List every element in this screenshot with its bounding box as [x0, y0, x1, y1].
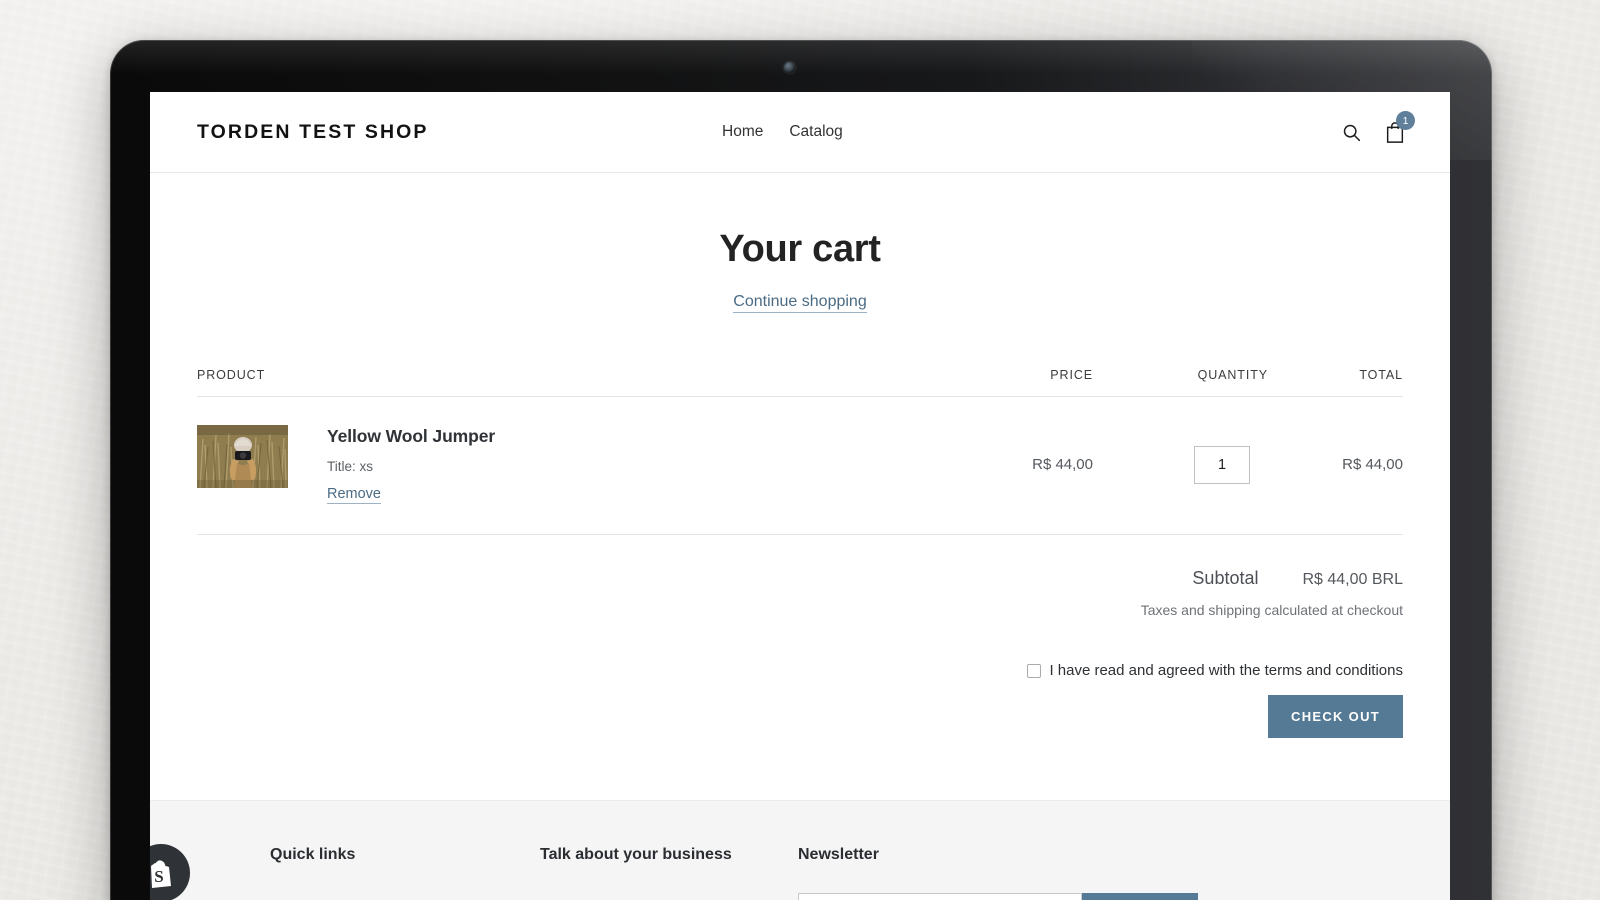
checkout-row: CHECK OUT — [197, 695, 1403, 738]
column-header-quantity: QUANTITY — [1197, 368, 1268, 382]
search-button[interactable] — [1341, 122, 1362, 143]
shopify-bag-icon: S — [150, 844, 190, 900]
laptop-device-frame: TORDEN TEST SHOP Home Catalog 1 Your car… — [110, 40, 1492, 900]
column-header-product: PRODUCT — [197, 368, 266, 382]
site-header: TORDEN TEST SHOP Home Catalog 1 — [150, 92, 1450, 173]
page-title: Your cart — [719, 228, 881, 270]
subtotal-row: Subtotal R$ 44,00 BRL — [197, 568, 1403, 589]
newsletter-form — [798, 893, 1198, 900]
subtotal-label: Subtotal — [1192, 568, 1259, 588]
newsletter-email-input[interactable] — [798, 893, 1082, 900]
continue-shopping-link[interactable]: Continue shopping — [733, 293, 867, 313]
terms-label: I have read and agreed with the terms an… — [1049, 662, 1403, 679]
product-thumbnail[interactable] — [197, 425, 288, 488]
product-line-total: R$ 44,00 — [1342, 456, 1403, 473]
browser-viewport: TORDEN TEST SHOP Home Catalog 1 Your car… — [150, 92, 1450, 900]
search-icon — [1341, 124, 1362, 146]
cart-count-badge: 1 — [1396, 111, 1415, 130]
quantity-cell — [1093, 445, 1268, 484]
cart-line-item: Yellow Wool Jumper Title: xs Remove R$ 4… — [197, 397, 1403, 535]
cart-page: Your cart Continue shopping PRODUCT PRIC… — [150, 228, 1450, 738]
footer-heading-about: Talk about your business — [540, 846, 732, 863]
quantity-input[interactable] — [1194, 445, 1250, 484]
terms-checkbox[interactable] — [1027, 663, 1042, 678]
shop-logo-text[interactable]: TORDEN TEST SHOP — [197, 121, 429, 144]
header-actions: 1 — [1341, 111, 1415, 147]
checkout-button[interactable]: CHECK OUT — [1268, 695, 1403, 738]
product-cell: Yellow Wool Jumper Title: xs Remove — [197, 425, 928, 504]
main-navigation: Home Catalog — [722, 123, 843, 141]
nav-link-catalog[interactable]: Catalog — [789, 123, 842, 141]
product-variant: Title: xs — [327, 459, 374, 474]
newsletter-submit-button[interactable] — [1081, 893, 1198, 900]
webcam-icon — [784, 62, 795, 73]
terms-row: I have read and agreed with the terms an… — [197, 662, 1403, 679]
nav-link-home[interactable]: Home — [722, 123, 763, 141]
column-header-price: PRICE — [1050, 368, 1093, 382]
product-info: Yellow Wool Jumper Title: xs Remove — [327, 425, 495, 504]
footer-heading-newsletter: Newsletter — [798, 846, 879, 863]
footer-heading-quick-links: Quick links — [270, 846, 356, 863]
tax-shipping-note: Taxes and shipping calculated at checkou… — [1140, 602, 1403, 618]
cart-table-header: PRODUCT PRICE QUANTITY TOTAL — [197, 368, 1403, 397]
footer-column-newsletter: Newsletter — [798, 846, 1198, 900]
remove-item-link[interactable]: Remove — [327, 486, 381, 504]
cart-table: PRODUCT PRICE QUANTITY TOTAL Yellow Wool… — [197, 368, 1403, 535]
cart-button[interactable]: 1 — [1384, 111, 1415, 147]
subtotal-value: R$ 44,00 BRL — [1302, 571, 1403, 588]
footer-column-about: Talk about your business Share store det… — [540, 846, 798, 900]
cart-totals: Subtotal R$ 44,00 BRL Taxes and shipping… — [197, 568, 1403, 738]
site-footer: S Quick links Search Talk about your bus… — [150, 800, 1450, 900]
column-header-total: TOTAL — [1359, 368, 1403, 382]
shopping-bag-icon — [1384, 122, 1406, 147]
continue-shopping-wrap: Continue shopping — [197, 293, 1403, 313]
footer-column-quick-links: Quick links Search — [270, 846, 540, 900]
product-title[interactable]: Yellow Wool Jumper — [327, 426, 495, 447]
product-price: R$ 44,00 — [1032, 456, 1093, 473]
svg-text:S: S — [154, 867, 163, 886]
